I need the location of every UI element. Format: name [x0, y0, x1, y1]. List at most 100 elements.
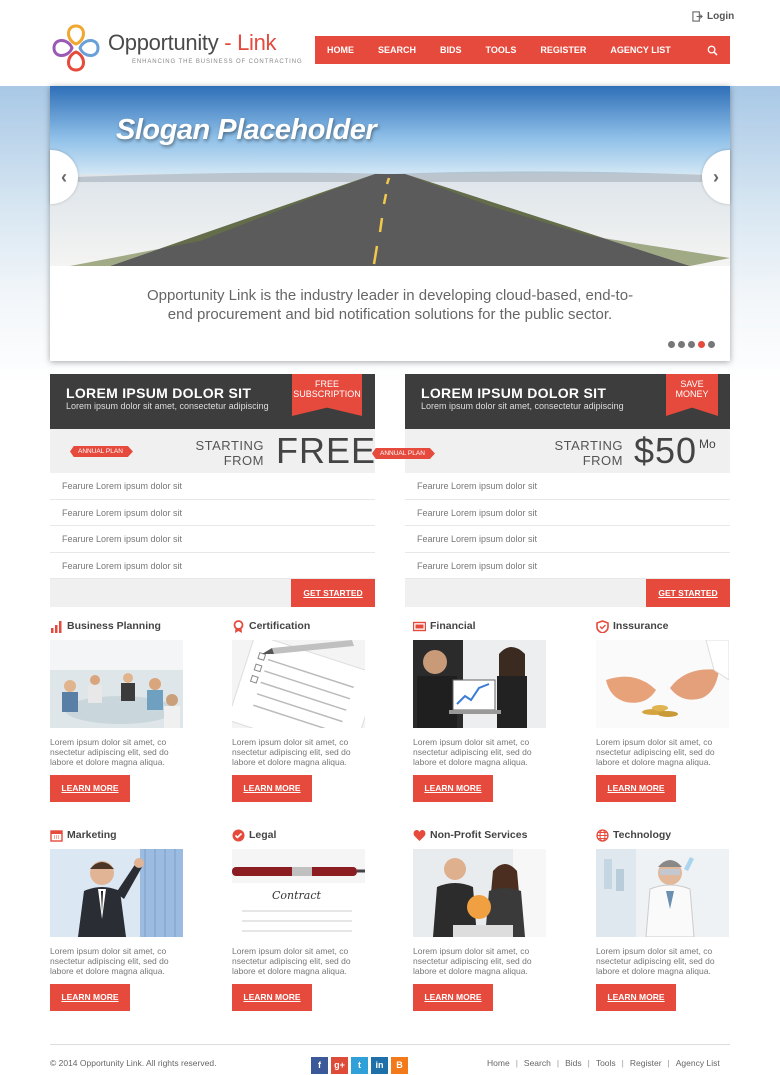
service-title: Marketing — [67, 829, 117, 841]
service-image — [50, 640, 183, 728]
service-title: Legal — [249, 829, 277, 841]
footer-link-register[interactable]: Register — [630, 1058, 662, 1068]
service-description: Lorem ipsum dolor sit amet, co nsectetur… — [596, 737, 715, 767]
footer-link-tools[interactable]: Tools — [596, 1058, 616, 1068]
service-card-business-planning: Business Planning Lorem ipsum dolor sit … — [50, 619, 185, 802]
linkedin-icon[interactable]: in — [371, 1057, 388, 1074]
learn-more-button[interactable]: LEARN MORE — [232, 775, 312, 802]
nav-home[interactable]: HOME — [315, 45, 366, 55]
service-image — [413, 849, 546, 937]
pricing-plan-free: LOREM IPSUM DOLOR SIT Lorem ipsum dolor … — [50, 374, 375, 607]
price-prefix: STARTING FROM — [186, 438, 264, 468]
service-description: Lorem ipsum dolor sit amet, co nsectetur… — [232, 737, 351, 767]
check-circle-icon — [232, 829, 245, 841]
service-card-technology: Technology Lorem ipsum dolor sit amet, c… — [596, 828, 731, 1011]
logo[interactable]: Opportunity - Link ENHANCING THE BUSINES… — [50, 22, 302, 74]
hero-slogan: Slogan Placeholder — [116, 114, 377, 146]
twitter-icon[interactable]: t — [351, 1057, 368, 1074]
facebook-icon[interactable]: f — [311, 1057, 328, 1074]
service-image — [596, 640, 729, 728]
get-started-button[interactable]: GET STARTED — [646, 579, 730, 607]
slider-dot[interactable] — [688, 341, 695, 348]
service-card-financial: Financial Lorem ipsum dolor sit amet, co… — [413, 619, 548, 802]
nav-search[interactable]: SEARCH — [366, 45, 428, 55]
login-link[interactable]: Login — [692, 11, 734, 22]
price-unit: Mo — [699, 437, 716, 451]
search-icon[interactable] — [707, 45, 718, 56]
plan-feature: Fearure Lorem ipsum dolor sit — [50, 553, 375, 579]
slider-dot[interactable] — [708, 341, 715, 348]
award-ribbon-icon — [233, 619, 244, 633]
service-title: Business Planning — [67, 620, 161, 632]
chevron-right-icon: › — [713, 166, 719, 187]
logo-icon — [52, 24, 100, 72]
service-card-insurance: Inssurance Lorem ipsum dolor sit amet, c… — [596, 619, 731, 802]
service-description: Lorem ipsum dolor sit amet, co nsectetur… — [596, 946, 715, 976]
slider-dot-active[interactable] — [698, 341, 705, 348]
learn-more-button[interactable]: LEARN MORE — [50, 775, 130, 802]
service-image — [413, 640, 546, 728]
social-links: f g+ t in B — [311, 1057, 408, 1074]
learn-more-button[interactable]: LEARN MORE — [596, 984, 676, 1011]
logo-name: Opportunity - Link — [108, 30, 277, 55]
plan-header: LOREM IPSUM DOLOR SIT Lorem ipsum dolor … — [405, 374, 730, 429]
service-title: Non-Profit Services — [430, 829, 528, 841]
plan-subtitle: Lorem ipsum dolor sit amet, consectetur … — [421, 401, 624, 411]
from-label: FROM — [223, 453, 264, 468]
plan-subtitle: Lorem ipsum dolor sit amet, consectetur … — [66, 401, 269, 411]
login-icon — [692, 11, 703, 22]
blogger-icon[interactable]: B — [391, 1057, 408, 1074]
learn-more-button[interactable]: LEARN MORE — [596, 775, 676, 802]
slider-dot[interactable] — [678, 341, 685, 348]
money-bill-icon — [413, 621, 426, 631]
service-image — [596, 849, 729, 937]
service-title: Certification — [249, 620, 311, 632]
nav-register[interactable]: REGISTER — [528, 45, 598, 55]
plan-feature: Fearure Lorem ipsum dolor sit — [50, 526, 375, 553]
pricing-plan-paid: LOREM IPSUM DOLOR SIT Lorem ipsum dolor … — [405, 374, 730, 607]
calendar-icon — [50, 829, 63, 842]
footer-link-agency-list[interactable]: Agency List — [676, 1058, 720, 1068]
service-card-non-profit: Non-Profit Services Lorem ipsum dolor si… — [413, 828, 548, 1011]
login-label: Login — [707, 11, 735, 22]
footer-copyright: © 2014 Opportunity Link. All rights rese… — [50, 1058, 217, 1068]
footer-link-bids[interactable]: Bids — [565, 1058, 582, 1068]
plan-price: FREE — [276, 430, 377, 471]
learn-more-button[interactable]: LEARN MORE — [413, 775, 493, 802]
starting-label: STARTING — [554, 438, 623, 453]
svg-text:Contract: Contract — [272, 889, 322, 902]
get-started-button[interactable]: GET STARTED — [291, 579, 375, 607]
google-plus-icon[interactable]: g+ — [331, 1057, 348, 1074]
separator: | — [667, 1058, 670, 1068]
starting-label: STARTING — [195, 438, 264, 453]
footer-link-search[interactable]: Search — [524, 1058, 551, 1068]
heart-icon — [413, 829, 426, 841]
footer-divider — [50, 1044, 730, 1045]
nav-tools[interactable]: TOOLS — [474, 45, 529, 55]
slider-dots — [668, 341, 715, 348]
learn-more-button[interactable]: LEARN MORE — [232, 984, 312, 1011]
hero-description: Opportunity Link is the industry leader … — [146, 287, 634, 323]
plan-feature: Fearure Lorem ipsum dolor sit — [405, 473, 730, 500]
learn-more-button[interactable]: LEARN MORE — [413, 984, 493, 1011]
nav-agency-list[interactable]: AGENCY LIST — [598, 45, 682, 55]
annual-plan-tag: ANNUAL PLAN — [70, 446, 133, 457]
chevron-left-icon: ‹ — [61, 166, 67, 187]
globe-icon — [596, 828, 609, 842]
slider-dot[interactable] — [668, 341, 675, 348]
learn-more-button[interactable]: LEARN MORE — [50, 984, 130, 1011]
footer-link-home[interactable]: Home — [487, 1058, 510, 1068]
service-title: Financial — [430, 620, 476, 632]
plan-price: $50 — [634, 430, 698, 471]
main-nav: HOME SEARCH BIDS TOOLS REGISTER AGENCY L… — [315, 36, 730, 64]
annual-plan-tag: ANNUAL PLAN — [372, 448, 435, 459]
footer-links: Home | Search | Bids | Tools | Register | Age… — [487, 1058, 720, 1068]
separator: | — [515, 1058, 518, 1068]
service-card-marketing: Marketing Lorem ipsum dolor sit amet, co… — [50, 828, 185, 1011]
service-description: Lorem ipsum dolor sit amet, co nsectetur… — [50, 946, 169, 976]
plan-footer: GET STARTED — [50, 579, 375, 607]
plan-footer: GET STARTED — [405, 579, 730, 607]
nav-bids[interactable]: BIDS — [428, 45, 474, 55]
separator: | — [587, 1058, 590, 1068]
service-description: Lorem ipsum dolor sit amet, co nsectetur… — [413, 737, 532, 767]
